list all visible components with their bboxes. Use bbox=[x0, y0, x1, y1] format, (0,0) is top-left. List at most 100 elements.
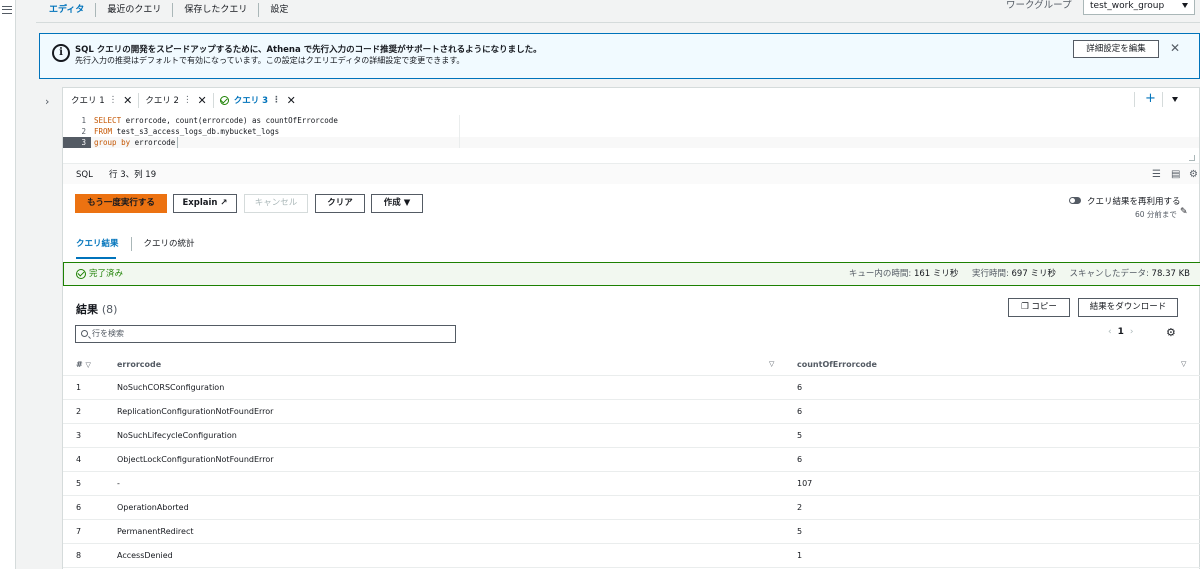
cell-index: 6 bbox=[76, 503, 82, 512]
code-line: 2 FROM test_s3_access_logs_db.mybucket_l… bbox=[63, 126, 1199, 137]
close-tab-icon[interactable]: ✕ bbox=[287, 94, 296, 107]
table-row: 6 OperationAborted 2 bbox=[63, 496, 1200, 520]
query-tab-3[interactable]: クエリ 3 ⋮ ✕ bbox=[212, 92, 302, 108]
explain-button[interactable]: Explain ↗ bbox=[173, 194, 237, 213]
line-number: 1 bbox=[81, 116, 86, 125]
more-icon[interactable]: ⋮ bbox=[272, 95, 281, 105]
cell-errorcode: NoSuchCORSConfiguration bbox=[117, 383, 225, 392]
workgroup-select[interactable]: test_work_group bbox=[1083, 0, 1195, 15]
results-title: 結果 (8) bbox=[76, 301, 117, 317]
top-tabs-divider bbox=[36, 22, 1200, 23]
cell-count: 6 bbox=[797, 383, 803, 392]
sql-keyword: FROM bbox=[94, 127, 113, 136]
code-line-current: 3 group by errorcode bbox=[63, 137, 1199, 148]
caret-down-icon: ▼ bbox=[403, 198, 411, 208]
query-tab-label: クエリ 2 bbox=[145, 96, 179, 106]
sort-icon[interactable]: ▽ bbox=[1181, 353, 1186, 376]
main-area: エディタ 最近のクエリ 保存したクエリ 設定 ワークグループ test_work… bbox=[36, 0, 1200, 569]
cell-index: 3 bbox=[76, 431, 82, 440]
sql-keyword: group by bbox=[94, 138, 131, 147]
tab-query-results[interactable]: クエリ結果 bbox=[76, 237, 132, 251]
more-icon[interactable]: ⋮ bbox=[183, 95, 192, 105]
search-placeholder: 行を検索 bbox=[92, 329, 124, 338]
info-banner: i SQL クエリの開発をスピードアップするために、Athena で先行入力のコ… bbox=[39, 33, 1200, 79]
tab-saved-queries[interactable]: 保存したクエリ bbox=[172, 3, 258, 17]
table-settings-icon[interactable]: ⚙ bbox=[1166, 326, 1176, 339]
tab-query-stats[interactable]: クエリの統計 bbox=[132, 237, 207, 251]
resize-handle-icon[interactable] bbox=[1189, 155, 1195, 161]
results-count: (8) bbox=[101, 303, 118, 316]
table-header: # ▽ errorcode ▽ countOfErrorcode ▽ bbox=[63, 353, 1200, 376]
close-tab-icon[interactable]: ✕ bbox=[197, 94, 206, 107]
cell-errorcode: AccessDenied bbox=[117, 551, 173, 560]
keyboard-icon[interactable]: ▤ bbox=[1171, 170, 1181, 180]
next-page-icon[interactable]: › bbox=[1130, 327, 1134, 337]
cell-index: 8 bbox=[76, 551, 82, 560]
reuse-results-toggle[interactable] bbox=[1069, 197, 1081, 204]
chevron-right-icon[interactable]: › bbox=[45, 95, 49, 108]
editor-status-bar: SQL 行 3、列 19 ☰ ▤ ⚙ bbox=[63, 163, 1199, 185]
col-header-countoferrorcode[interactable]: countOfErrorcode bbox=[797, 353, 877, 376]
cell-index: 2 bbox=[76, 407, 82, 416]
top-tabs: エディタ 最近のクエリ 保存したクエリ 設定 bbox=[36, 0, 299, 20]
sort-icon[interactable]: ▽ bbox=[769, 353, 774, 376]
results-panel: クエリ結果 クエリの統計 完了済み キュー内の時間: 161 ミリ秒 実行時間:… bbox=[62, 228, 1200, 569]
exec-time-value: 697 ミリ秒 bbox=[1011, 269, 1056, 279]
menu-icon[interactable] bbox=[2, 6, 12, 14]
close-tab-icon[interactable]: ✕ bbox=[123, 94, 132, 107]
caret-down-icon bbox=[1172, 97, 1178, 102]
format-icon[interactable]: ☰ bbox=[1152, 170, 1162, 180]
table-row: 1 NoSuchCORSConfiguration 6 bbox=[63, 376, 1200, 400]
sql-text: errorcode, count(errorcode) as countOfEr… bbox=[121, 116, 338, 125]
table-body: 1 NoSuchCORSConfiguration 6 2 ReplicationCon… bbox=[63, 376, 1200, 568]
sql-text: errorcode bbox=[130, 138, 176, 147]
col-header-index[interactable]: # ▽ bbox=[76, 353, 91, 377]
banner-text: 先行入力の推奨はデフォルトで有効になっています。この設定はクエリエディタの詳細設… bbox=[75, 56, 465, 65]
row-search-input[interactable]: 行を検索 bbox=[75, 325, 456, 343]
scanned-data-label: スキャンしたデータ: bbox=[1069, 269, 1149, 279]
create-button[interactable]: 作成 ▼ bbox=[371, 194, 423, 213]
tab-settings[interactable]: 設定 bbox=[258, 3, 299, 17]
cell-count: 5 bbox=[797, 431, 803, 440]
cell-count: 1 bbox=[797, 551, 803, 560]
create-label: 作成 bbox=[383, 198, 401, 208]
status-bar: 完了済み キュー内の時間: 161 ミリ秒 実行時間: 697 ミリ秒 スキャン… bbox=[63, 262, 1200, 286]
results-title-text: 結果 bbox=[76, 303, 98, 316]
copy-label: コピー bbox=[1031, 302, 1057, 312]
download-results-button[interactable]: 結果をダウンロード bbox=[1078, 298, 1178, 317]
query-tab-2[interactable]: クエリ 2 ⋮ ✕ bbox=[138, 92, 212, 108]
cancel-button[interactable]: キャンセル bbox=[244, 194, 308, 213]
query-stats: キュー内の時間: 161 ミリ秒 実行時間: 697 ミリ秒 スキャンしたデータ… bbox=[849, 263, 1190, 285]
line-number: 2 bbox=[81, 127, 86, 136]
add-query-tab-icon[interactable]: + bbox=[1134, 92, 1156, 107]
copy-icon: ❐ bbox=[1021, 302, 1029, 312]
edit-pencil-icon[interactable]: ✎ bbox=[1180, 207, 1188, 217]
sql-editor[interactable]: 1 SELECT errorcode, count(errorcode) as … bbox=[63, 115, 1199, 163]
copy-button[interactable]: ❐ コピー bbox=[1008, 298, 1070, 317]
cell-errorcode: ReplicationConfigurationNotFoundError bbox=[117, 407, 274, 416]
tab-recent-queries[interactable]: 最近のクエリ bbox=[95, 3, 172, 17]
prev-page-icon[interactable]: ‹ bbox=[1108, 327, 1112, 337]
close-icon[interactable]: ✕ bbox=[1170, 42, 1180, 54]
run-again-button[interactable]: もう一度実行する bbox=[75, 194, 167, 213]
queue-time-label: キュー内の時間: bbox=[848, 269, 912, 279]
more-icon[interactable]: ⋮ bbox=[109, 95, 118, 105]
tab-editor[interactable]: エディタ bbox=[36, 3, 95, 17]
current-page[interactable]: 1 bbox=[1118, 327, 1124, 337]
workgroup-label: ワークグループ bbox=[1006, 0, 1072, 11]
cell-errorcode: PermanentRedirect bbox=[117, 527, 194, 536]
left-rail bbox=[0, 0, 16, 569]
exec-time-label: 実行時間: bbox=[971, 269, 1009, 279]
results-table: # ▽ errorcode ▽ countOfErrorcode ▽ 1 NoSu… bbox=[63, 353, 1200, 568]
editor-guide bbox=[459, 115, 460, 148]
query-tab-1[interactable]: クエリ 1 ⋮ ✕ bbox=[63, 93, 138, 108]
cell-count: 5 bbox=[797, 527, 803, 536]
cell-index: 7 bbox=[76, 527, 82, 536]
tab-menu-button[interactable] bbox=[1162, 92, 1178, 107]
cell-count: 6 bbox=[797, 407, 803, 416]
col-header-errorcode[interactable]: errorcode bbox=[117, 353, 161, 376]
gear-icon[interactable]: ⚙ bbox=[1189, 170, 1199, 180]
edit-settings-button[interactable]: 詳細設定を編集 bbox=[1073, 40, 1159, 58]
clear-button[interactable]: クリア bbox=[315, 194, 365, 213]
status-text: 完了済み bbox=[89, 269, 124, 279]
